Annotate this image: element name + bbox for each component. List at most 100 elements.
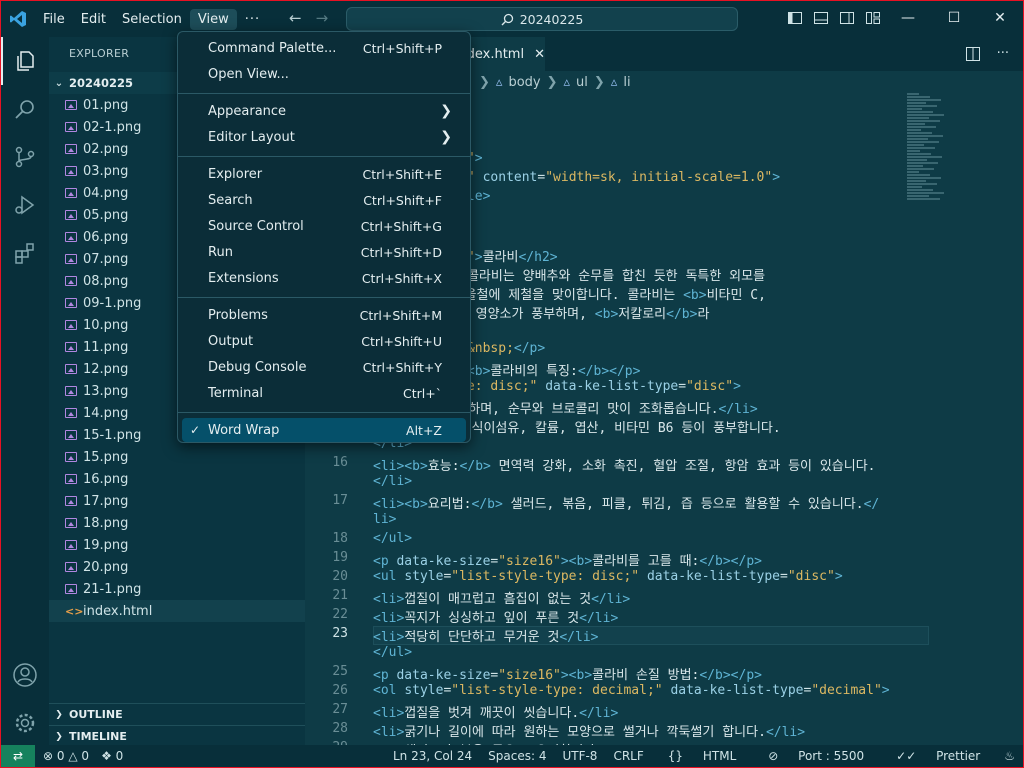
encoding[interactable]: UTF-8 bbox=[554, 749, 605, 763]
warning-icon: △ bbox=[68, 749, 78, 763]
outline-section[interactable]: ❯ OUTLINE bbox=[49, 703, 305, 725]
file-name: 14.png bbox=[83, 405, 129, 421]
menu-item-editor-layout[interactable]: Editor Layout ❯ bbox=[182, 125, 466, 149]
end-of-line[interactable]: CRLF bbox=[605, 749, 651, 763]
close-tab-icon[interactable]: ✕ bbox=[534, 47, 545, 62]
line-number: 16 bbox=[332, 455, 348, 470]
line-number: 28 bbox=[332, 721, 348, 736]
run-debug-icon[interactable] bbox=[1, 181, 49, 229]
menu-item-word-wrap[interactable]: ✓ Word Wrap Alt+Z bbox=[182, 418, 466, 442]
menu-item-explorer[interactable]: Explorer Ctrl+Shift+E bbox=[182, 162, 466, 186]
file-name: 13.png bbox=[83, 383, 129, 399]
image-file-icon bbox=[65, 562, 77, 572]
image-file-icon bbox=[65, 232, 77, 242]
file-item[interactable]: 18.png bbox=[49, 512, 305, 534]
menu-separator bbox=[178, 297, 470, 298]
maximize-icon[interactable]: ☐ bbox=[931, 1, 977, 35]
menu-view[interactable]: View bbox=[189, 8, 237, 30]
file-name: 12.png bbox=[83, 361, 129, 377]
language-mode[interactable]: {} HTML bbox=[652, 749, 753, 763]
timeline-section[interactable]: ❯ TIMELINE bbox=[49, 725, 305, 747]
image-file-icon bbox=[65, 298, 77, 308]
menu-selection[interactable]: Selection bbox=[114, 9, 190, 30]
layout-controls bbox=[787, 10, 881, 26]
tab-label: dex.html bbox=[466, 46, 525, 62]
extensions-icon[interactable] bbox=[1, 229, 49, 277]
cursor-position[interactable]: Ln 23, Col 24 bbox=[385, 749, 480, 763]
prettier-status[interactable]: ✓✓ Prettier bbox=[880, 749, 996, 763]
ports-status[interactable]: ❖ 0 bbox=[101, 749, 123, 763]
forward-arrow-icon[interactable]: → bbox=[316, 9, 329, 27]
menu-item-terminal[interactable]: Terminal Ctrl+` bbox=[182, 381, 466, 405]
image-file-icon bbox=[65, 496, 77, 506]
folder-name: 20240225 bbox=[69, 76, 134, 90]
indentation[interactable]: Spaces: 4 bbox=[480, 749, 554, 763]
file-name: 16.png bbox=[83, 471, 129, 487]
file-item[interactable]: 17.png bbox=[49, 490, 305, 512]
breadcrumb-body[interactable]: body bbox=[508, 75, 540, 90]
menu-item-problems[interactable]: Problems Ctrl+Shift+M bbox=[182, 303, 466, 327]
problems-status[interactable]: ⊗ 0 △ 0 bbox=[43, 749, 89, 763]
menu-item-debug-console[interactable]: Debug Console Ctrl+Shift+Y bbox=[182, 355, 466, 379]
toggle-primary-sidebar-icon[interactable] bbox=[787, 10, 803, 26]
ports-count: 0 bbox=[115, 749, 124, 763]
line-number: 19 bbox=[332, 550, 348, 565]
search-sidebar-icon[interactable] bbox=[1, 85, 49, 133]
toggle-panel-icon[interactable] bbox=[813, 10, 829, 26]
code-line: li> bbox=[305, 512, 1023, 531]
remote-indicator-icon[interactable]: ⇄ bbox=[1, 745, 35, 767]
settings-gear-icon[interactable] bbox=[1, 699, 49, 747]
account-icon[interactable] bbox=[1, 651, 49, 699]
split-editor-icon[interactable] bbox=[965, 46, 981, 66]
menu-item-label: Run bbox=[208, 244, 233, 260]
file-item[interactable]: 15.png bbox=[49, 446, 305, 468]
menu-item-command-palette[interactable]: Command Palette... Ctrl+Shift+P bbox=[182, 36, 466, 60]
file-item[interactable]: 16.png bbox=[49, 468, 305, 490]
file-item[interactable]: 20.png bbox=[49, 556, 305, 578]
file-name: 21-1.png bbox=[83, 581, 142, 597]
image-file-icon bbox=[65, 474, 77, 484]
file-item[interactable]: 21-1.png bbox=[49, 578, 305, 600]
more-menu-icon[interactable]: ··· bbox=[237, 9, 268, 30]
activity-bar bbox=[1, 37, 49, 745]
customize-layout-icon[interactable] bbox=[865, 10, 881, 26]
file-item[interactable]: <> index.html bbox=[49, 600, 305, 622]
more-actions-icon[interactable]: ··· bbox=[997, 46, 1009, 66]
menu-edit[interactable]: Edit bbox=[73, 9, 114, 30]
minimize-icon[interactable]: — bbox=[885, 1, 931, 35]
breadcrumb-li[interactable]: li bbox=[623, 75, 630, 90]
file-name: 17.png bbox=[83, 493, 129, 509]
menu-item-shortcut: Ctrl+Shift+Y bbox=[362, 359, 442, 375]
menu-item-shortcut: Ctrl+` bbox=[403, 385, 442, 401]
source-control-icon[interactable] bbox=[1, 133, 49, 181]
image-file-icon bbox=[65, 188, 77, 198]
command-center-search[interactable]: 20240225 bbox=[346, 7, 738, 31]
live-server-port[interactable]: ⊘ Port : 5500 bbox=[752, 749, 880, 763]
chevron-right-icon: ❯ bbox=[440, 129, 452, 145]
menu-item-search[interactable]: Search Ctrl+Shift+F bbox=[182, 188, 466, 212]
title-bar: File Edit Selection View ··· ← → 2024022… bbox=[1, 1, 1023, 37]
menu-item-source-control[interactable]: Source Control Ctrl+Shift+G bbox=[182, 214, 466, 238]
menu-item-shortcut: Ctrl+Shift+X bbox=[361, 270, 442, 286]
file-name: 11.png bbox=[83, 339, 129, 355]
code-text: </ul> bbox=[373, 645, 413, 660]
port-label: Port : 5500 bbox=[798, 749, 865, 763]
explorer-icon[interactable] bbox=[1, 37, 49, 85]
close-icon[interactable]: ✕ bbox=[977, 1, 1023, 35]
menu-item-output[interactable]: Output Ctrl+Shift+U bbox=[182, 329, 466, 353]
menu-item-run[interactable]: Run Ctrl+Shift+D bbox=[182, 240, 466, 264]
menu-file[interactable]: File bbox=[35, 9, 73, 30]
file-item[interactable]: 19.png bbox=[49, 534, 305, 556]
code-text: <li><b>효능:</b> 면역력 강화, 소화 촉진, 혈압 조절, 항암 … bbox=[373, 459, 876, 474]
menu-item-extensions[interactable]: Extensions Ctrl+Shift+X bbox=[182, 266, 466, 290]
cube-icon: ▵ bbox=[610, 74, 618, 90]
menu-item-open-view[interactable]: Open View... bbox=[182, 62, 466, 86]
chevron-right-icon: ❯ bbox=[55, 731, 63, 742]
breadcrumb-ul[interactable]: ul bbox=[576, 75, 588, 90]
back-arrow-icon[interactable]: ← bbox=[289, 9, 302, 27]
menu-item-appearance[interactable]: Appearance ❯ bbox=[182, 99, 466, 123]
prettier-label: Prettier bbox=[936, 749, 981, 763]
toggle-secondary-sidebar-icon[interactable] bbox=[839, 10, 855, 26]
notifications-bell-icon[interactable]: ♨ bbox=[996, 749, 1023, 763]
chevron-right-icon: ❯ bbox=[440, 103, 452, 119]
